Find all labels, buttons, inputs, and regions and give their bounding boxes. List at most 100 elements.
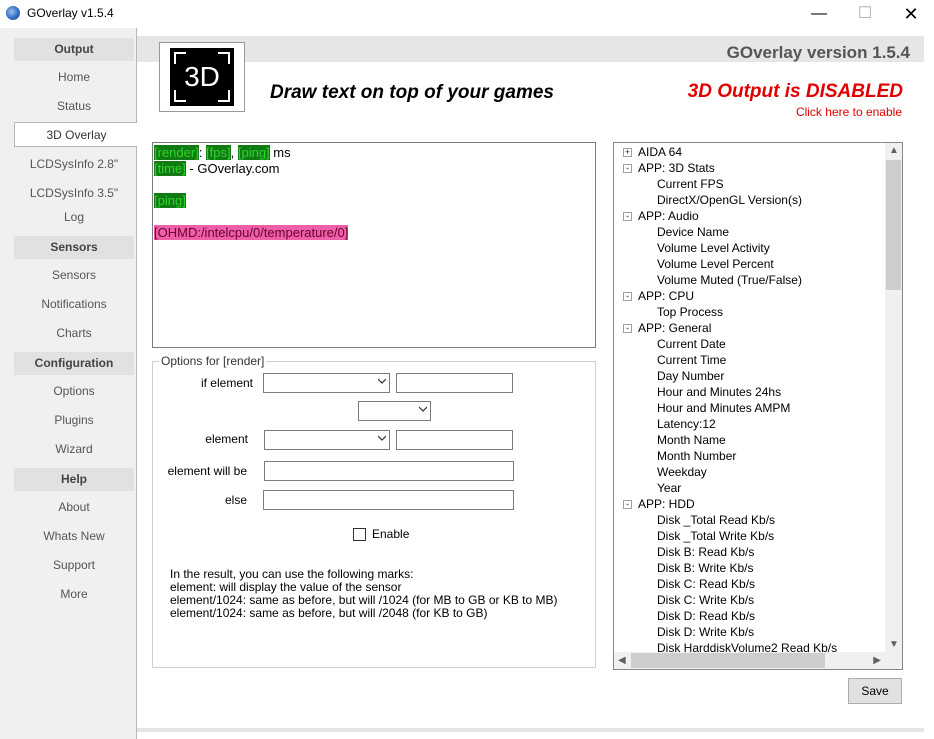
output-status: 3D Output is DISABLED [687,81,903,102]
chevron-down-icon [419,406,427,412]
tree-item[interactable]: Current FPS [657,177,724,191]
tree-item[interactable]: Disk C: Write Kb/s [657,593,754,607]
collapse-icon[interactable]: - [623,212,632,221]
collapse-icon[interactable]: - [623,164,632,173]
options-legend: Options for [render] [159,354,267,368]
enable-checkbox-label: Enable [372,527,410,541]
close-button[interactable]: ✕ [888,0,934,28]
chevron-down-icon [378,435,386,441]
scroll-left-icon[interactable]: ◀ [618,655,626,666]
tree-item[interactable]: Month Name [657,433,726,447]
tree-vertical-scroll-thumb[interactable] [886,160,901,290]
tree-item[interactable]: Current Time [657,353,726,367]
expand-icon[interactable]: + [623,148,632,157]
if-element-select[interactable] [263,373,390,393]
sidebar-item-lcdsysinfo-2-8[interactable]: LCDSysInfo 2.8" [14,152,134,177]
sensor-tree[interactable]: AIDA 64 + APP: 3D Stats - Current FPS DirectX… [613,142,903,670]
sidebar-item-whats-new[interactable]: Whats New [14,524,134,549]
tree-item[interactable]: Volume Muted (True/False) [657,273,802,287]
enable-link[interactable]: Click here to enable [796,105,902,119]
sidebar-item-more[interactable]: More [14,582,134,607]
if-element-label: if element [200,376,253,390]
tree-item[interactable]: Device Name [657,225,729,239]
collapse-icon[interactable]: - [623,500,632,509]
tree-vertical-scrollbar[interactable]: ▲ ▼ [885,143,902,652]
tree-item[interactable]: DirectX/OpenGL Version(s) [657,193,802,207]
tree-item[interactable]: Current Date [657,337,726,351]
collapse-icon[interactable]: - [623,324,632,333]
sidebar-item-charts[interactable]: Charts [14,321,134,346]
sidebar-item-about[interactable]: About [14,495,134,520]
tree-category[interactable]: APP: CPU [638,289,694,303]
sidebar-item-plugins[interactable]: Plugins [14,408,134,433]
tree-item[interactable]: Volume Level Activity [657,241,770,255]
sidebar-item-support[interactable]: Support [14,553,134,578]
app-icon [6,6,20,20]
tree-item[interactable]: Disk B: Read Kb/s [657,545,754,559]
tree-item[interactable]: Disk D: Write Kb/s [657,625,754,639]
maximize-button[interactable]: ☐ [842,0,888,28]
3d-logo: 3D [159,42,245,112]
collapse-icon[interactable]: - [623,292,632,301]
save-button[interactable]: Save [848,678,902,704]
scroll-up-icon[interactable]: ▲ [889,145,899,156]
window-title: GOverlay v1.5.4 [27,6,114,20]
tree-category[interactable]: APP: General [638,321,711,335]
else-input[interactable] [263,490,514,510]
enable-checkbox[interactable] [353,528,366,541]
sidebar-header-configuration: Configuration [14,352,134,375]
tree-item[interactable]: Disk C: Read Kb/s [657,577,755,591]
footer-band [137,728,924,732]
tree-item[interactable]: Disk _Total Write Kb/s [657,529,774,543]
if-element-value-input[interactable] [396,373,513,393]
sidebar-item-home[interactable]: Home [14,65,134,90]
editor-text: - GOverlay.com [185,161,280,176]
tree-item[interactable]: Year [657,481,681,495]
tree-item[interactable]: Disk D: Read Kb/s [657,609,755,623]
tree-category[interactable]: APP: 3D Stats [638,161,715,175]
chevron-down-icon [378,378,386,384]
title-bar: GOverlay v1.5.4 — ☐ ✕ [0,0,934,28]
tree-item[interactable]: Hour and Minutes 24hs [657,385,781,399]
tree-item[interactable]: Volume Level Percent [657,257,774,271]
tree-category[interactable]: APP: Audio [638,209,699,223]
sidebar-item-status[interactable]: Status [14,94,134,119]
tree-item[interactable]: Hour and Minutes AMPM [657,401,790,415]
element-select[interactable] [264,430,390,450]
editor-line: [render]: [fps], [ping] ms [154,145,594,161]
tree-item[interactable]: Disk B: Write Kb/s [657,561,753,575]
sidebar-item-wizard[interactable]: Wizard [14,437,134,462]
element-value-input[interactable] [396,430,513,450]
tree-category[interactable]: AIDA 64 [638,145,682,159]
tree-item[interactable]: Month Number [657,449,736,463]
sidebar-item-log[interactable]: Log [14,205,134,230]
tree-item[interactable]: Weekday [657,465,707,479]
tag-render: [render] [154,145,199,160]
overlay-text-editor[interactable]: [render]: [fps], [ping] ms [time] - GOve… [152,142,596,348]
slogan: Draw text on top of your games [270,82,554,103]
sidebar-item-lcdsysinfo-3-5[interactable]: LCDSysInfo 3.5" [14,181,134,206]
sidebar-item-sensors[interactable]: Sensors [14,263,134,288]
tree-item[interactable]: Disk _Total Read Kb/s [657,513,775,527]
tree-item[interactable]: Top Process [657,305,723,319]
sidebar-item-options[interactable]: Options [14,379,134,404]
minimize-button[interactable]: — [796,0,842,28]
element-will-be-input[interactable] [264,461,514,481]
scroll-down-icon[interactable]: ▼ [889,639,899,650]
tree-item[interactable]: Latency:12 [657,417,716,431]
sidebar-item-3d-overlay[interactable]: 3D Overlay [14,122,138,147]
sidebar-item-notifications[interactable]: Notifications [14,292,134,317]
tree-item[interactable]: Day Number [657,369,724,383]
tag-fps: [fps] [206,145,231,160]
tree-category[interactable]: APP: HDD [638,497,695,511]
condition-operator-select[interactable] [358,401,431,421]
editor-text: , [230,145,238,160]
tree-horizontal-scroll-thumb[interactable] [631,653,825,668]
editor-line-empty [154,177,594,193]
tree-horizontal-scrollbar[interactable]: ◀ ▶ [614,652,885,669]
sidebar-header-sensors: Sensors [14,236,134,259]
tag-ping: [ping] [154,193,186,208]
editor-line-empty [154,209,594,225]
scroll-right-icon[interactable]: ▶ [873,655,881,666]
help-line: element/1024: same as before, but will /… [170,606,488,620]
